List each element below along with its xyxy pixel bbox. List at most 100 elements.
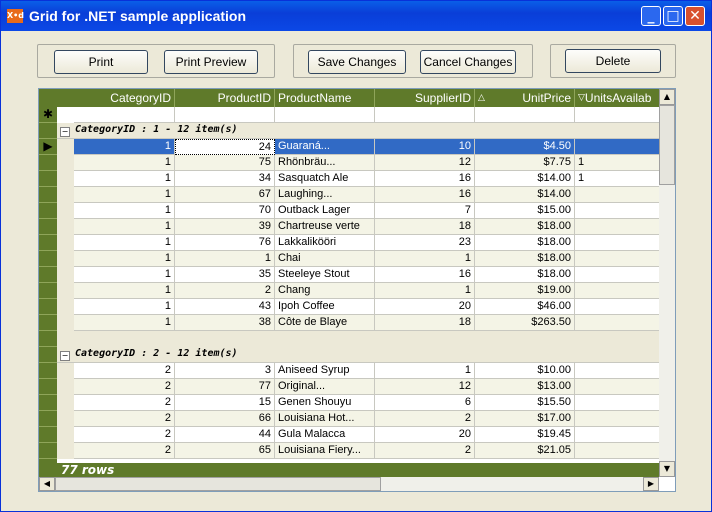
- table-cell[interactable]: 44: [175, 427, 275, 443]
- table-cell[interactable]: 12: [375, 155, 475, 171]
- table-cell[interactable]: 7: [375, 203, 475, 219]
- table-cell[interactable]: 1: [74, 267, 175, 283]
- row-selector[interactable]: [39, 443, 57, 459]
- table-cell[interactable]: Guaraná...: [275, 139, 375, 155]
- table-row[interactable]: 1 2 Chang 1 $19.00: [57, 283, 661, 299]
- collapse-group-icon[interactable]: −: [60, 127, 70, 137]
- table-cell[interactable]: Rhönbräu...: [275, 155, 375, 171]
- table-cell[interactable]: 2: [375, 443, 475, 459]
- table-cell[interactable]: Chang: [275, 283, 375, 299]
- row-selector[interactable]: [39, 219, 57, 235]
- table-cell[interactable]: 16: [375, 171, 475, 187]
- table-cell[interactable]: [575, 363, 661, 379]
- table-cell[interactable]: 23: [375, 235, 475, 251]
- table-cell[interactable]: 2: [375, 411, 475, 427]
- table-row[interactable]: 2 66 Louisiana Hot... 2 $17.00: [57, 411, 661, 427]
- table-cell[interactable]: 2: [74, 363, 175, 379]
- table-cell[interactable]: 20: [375, 427, 475, 443]
- column-header-5[interactable]: ▽ UnitsAvailab: [575, 89, 661, 107]
- table-cell[interactable]: Chartreuse verte: [275, 219, 375, 235]
- table-cell[interactable]: $263.50: [475, 315, 575, 331]
- row-selector[interactable]: [39, 171, 57, 187]
- table-cell[interactable]: [575, 139, 661, 155]
- table-cell[interactable]: [575, 187, 661, 203]
- table-cell[interactable]: 1: [74, 139, 175, 155]
- table-row[interactable]: 2 44 Gula Malacca 20 $19.45: [57, 427, 661, 443]
- current-row-indicator-icon[interactable]: ▶: [39, 139, 57, 155]
- table-cell[interactable]: Côte de Blaye: [275, 315, 375, 331]
- table-cell[interactable]: 3: [175, 363, 275, 379]
- column-header-1[interactable]: ProductID: [175, 89, 275, 107]
- table-row[interactable]: 1 34 Sasquatch Ale 16 $14.00 1: [57, 171, 661, 187]
- table-cell[interactable]: Laughing...: [275, 187, 375, 203]
- table-cell[interactable]: 18: [375, 315, 475, 331]
- save-changes-button[interactable]: Save Changes: [308, 50, 406, 74]
- table-row[interactable]: 1 39 Chartreuse verte 18 $18.00: [57, 219, 661, 235]
- table-cell[interactable]: 38: [175, 315, 275, 331]
- scroll-right-icon[interactable]: ▶: [643, 477, 659, 491]
- table-cell[interactable]: [575, 219, 661, 235]
- table-row[interactable]: 1 35 Steeleye Stout 16 $18.00: [57, 267, 661, 283]
- table-cell[interactable]: 18: [375, 219, 475, 235]
- table-cell[interactable]: [575, 379, 661, 395]
- table-row[interactable]: 1 38 Côte de Blaye 18 $263.50: [57, 315, 661, 331]
- table-cell[interactable]: 2: [74, 379, 175, 395]
- table-cell[interactable]: Lakkalikööri: [275, 235, 375, 251]
- minimize-button[interactable]: _: [641, 6, 661, 26]
- table-cell[interactable]: [575, 283, 661, 299]
- table-cell[interactable]: $17.00: [475, 411, 575, 427]
- table-row[interactable]: 1 76 Lakkalikööri 23 $18.00: [57, 235, 661, 251]
- table-row[interactable]: 1 67 Laughing... 16 $14.00: [57, 187, 661, 203]
- new-row-cell[interactable]: [275, 107, 375, 123]
- row-selector[interactable]: [39, 283, 57, 299]
- table-cell[interactable]: $18.00: [475, 267, 575, 283]
- table-cell[interactable]: 1: [74, 155, 175, 171]
- table-cell[interactable]: [575, 251, 661, 267]
- row-selector[interactable]: [39, 235, 57, 251]
- table-cell[interactable]: 1: [74, 299, 175, 315]
- table-cell[interactable]: 1: [375, 283, 475, 299]
- table-cell[interactable]: $15.00: [475, 203, 575, 219]
- column-header-4[interactable]: △ UnitPrice: [475, 89, 575, 107]
- print-button[interactable]: Print: [54, 50, 148, 74]
- table-cell[interactable]: 2: [175, 283, 275, 299]
- table-cell[interactable]: [575, 427, 661, 443]
- row-selector[interactable]: [39, 203, 57, 219]
- new-row-cell[interactable]: [475, 107, 575, 123]
- table-cell[interactable]: $13.00: [475, 379, 575, 395]
- table-cell[interactable]: 10: [375, 139, 475, 155]
- new-row-cell[interactable]: [575, 107, 661, 123]
- table-row[interactable]: 1 1 Chai 1 $18.00: [57, 251, 661, 267]
- table-cell[interactable]: 1: [375, 363, 475, 379]
- row-selector[interactable]: [39, 267, 57, 283]
- table-cell[interactable]: Outback Lager: [275, 203, 375, 219]
- table-cell[interactable]: 65: [175, 443, 275, 459]
- row-selector[interactable]: [39, 411, 57, 427]
- data-grid[interactable]: CategoryID ProductID ProductName SupplierID…: [38, 88, 676, 492]
- table-cell[interactable]: Gula Malacca: [275, 427, 375, 443]
- collapse-group-icon[interactable]: −: [60, 351, 70, 361]
- table-cell[interactable]: 70: [175, 203, 275, 219]
- row-selector[interactable]: [39, 395, 57, 411]
- cancel-changes-button[interactable]: Cancel Changes: [420, 50, 516, 74]
- new-row-cell[interactable]: [375, 107, 475, 123]
- row-selector[interactable]: [39, 363, 57, 379]
- table-cell[interactable]: [575, 299, 661, 315]
- table-cell[interactable]: 1: [575, 155, 661, 171]
- table-cell[interactable]: Chai: [275, 251, 375, 267]
- new-row[interactable]: [57, 107, 661, 123]
- table-cell[interactable]: $14.00: [475, 187, 575, 203]
- print-preview-button[interactable]: Print Preview: [164, 50, 258, 74]
- table-cell[interactable]: 16: [375, 267, 475, 283]
- vertical-scrollbar[interactable]: ▲ ▼: [659, 89, 675, 477]
- table-cell[interactable]: 15: [175, 395, 275, 411]
- table-cell[interactable]: [575, 235, 661, 251]
- group-row[interactable]: − CategoryID : 1 - 12 item(s): [57, 123, 659, 139]
- table-cell[interactable]: $14.00: [475, 171, 575, 187]
- group-row[interactable]: − CategoryID : 2 - 12 item(s): [57, 347, 659, 363]
- column-header-3[interactable]: SupplierID: [375, 89, 475, 107]
- table-cell[interactable]: [575, 443, 661, 459]
- table-cell[interactable]: Louisiana Fiery...: [275, 443, 375, 459]
- horizontal-scrollbar[interactable]: ◀ ▶: [39, 477, 659, 491]
- table-cell[interactable]: 1: [175, 251, 275, 267]
